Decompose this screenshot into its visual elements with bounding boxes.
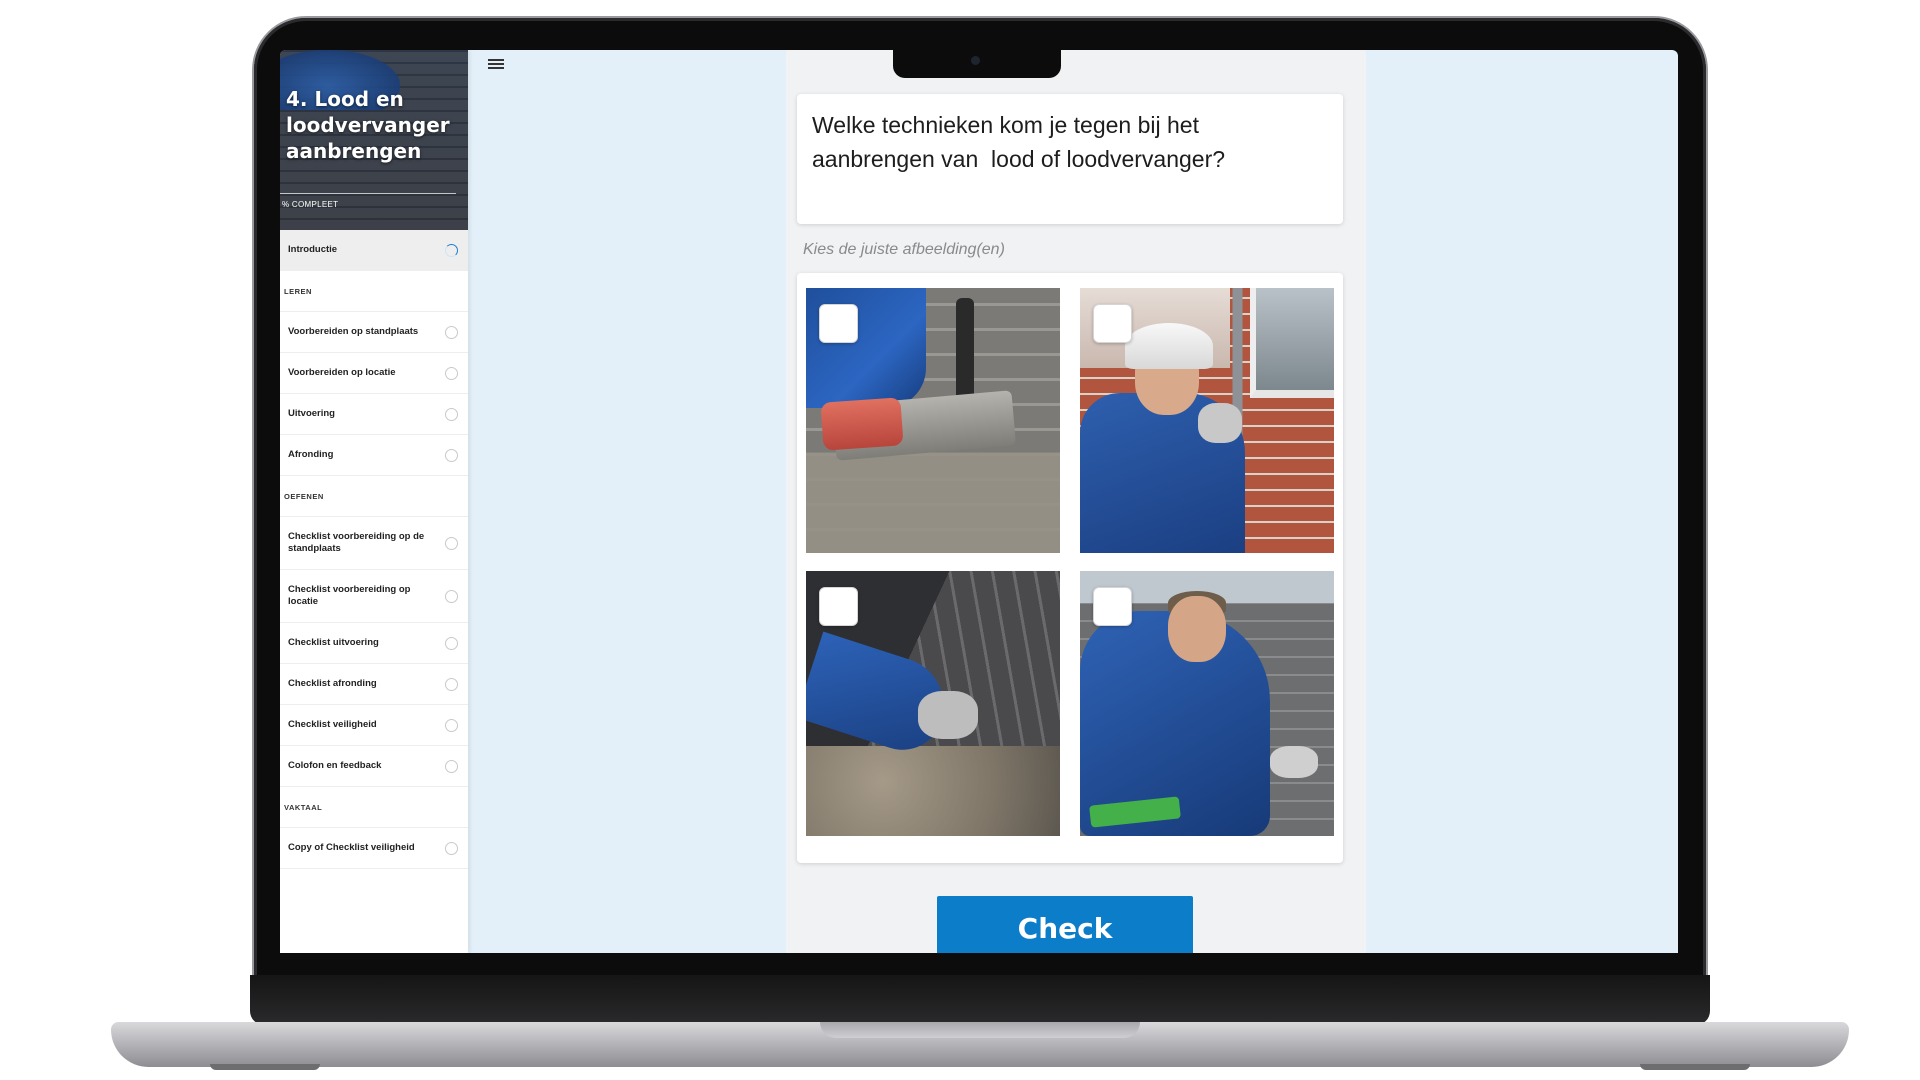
laptop-chin bbox=[250, 975, 1710, 1025]
course-hero: 4. Lood en loodvervanger aanbrengen % CO… bbox=[280, 50, 468, 230]
status-circle-icon bbox=[445, 759, 458, 773]
nav-item-label: Checklist voorbereiding op locatie bbox=[288, 584, 411, 607]
nav-item-label: Checklist veiligheid bbox=[288, 719, 377, 730]
laptop-foot-left bbox=[210, 1064, 320, 1070]
hamburger-icon-line bbox=[488, 63, 504, 65]
progress-ring-icon bbox=[445, 243, 458, 257]
nav-item[interactable]: Checklist veiligheid bbox=[280, 705, 468, 746]
nav-section-heading: VAKTAAL bbox=[280, 787, 468, 828]
status-circle-icon bbox=[445, 366, 458, 380]
course-title: 4. Lood en loodvervanger aanbrengen bbox=[286, 87, 450, 163]
nav-section-heading: OEFENEN bbox=[280, 476, 468, 517]
status-circle-icon bbox=[445, 536, 458, 550]
lesson-nav: Introductie LEREN Voorbereiden op standpla… bbox=[280, 230, 468, 869]
laptop-foot-right bbox=[1640, 1064, 1750, 1070]
status-circle-icon bbox=[445, 589, 458, 603]
question-text: Welke technieken kom je tegen bij het aa… bbox=[812, 112, 1226, 172]
status-circle-icon bbox=[445, 677, 458, 691]
status-circle-icon bbox=[445, 841, 458, 855]
status-circle-icon bbox=[445, 325, 458, 339]
nav-item-label: Voorbereiden op locatie bbox=[288, 367, 396, 378]
image-option-3[interactable] bbox=[806, 571, 1060, 836]
nav-item[interactable]: Copy of Checklist veiligheid bbox=[280, 828, 468, 869]
nav-item-label: Afronding bbox=[288, 449, 334, 460]
instruction-text: Kies de juiste afbeelding(en) bbox=[803, 241, 1005, 258]
check-button[interactable]: Check bbox=[937, 896, 1193, 953]
nav-item[interactable]: Voorbereiden op locatie bbox=[280, 353, 468, 394]
status-circle-icon bbox=[445, 448, 458, 462]
camera-icon bbox=[971, 56, 980, 65]
hamburger-icon-line bbox=[488, 67, 504, 69]
nav-item[interactable]: Introductie bbox=[280, 230, 468, 271]
image-option-2[interactable] bbox=[1080, 288, 1334, 553]
nav-item-label: Introductie bbox=[288, 244, 338, 255]
nav-item[interactable]: Checklist voorbereiding op locatie bbox=[280, 570, 468, 623]
status-circle-icon bbox=[445, 718, 458, 732]
nav-item[interactable]: Voorbereiden op standplaats bbox=[280, 312, 468, 353]
progress-bar bbox=[280, 193, 456, 194]
image-option-4[interactable] bbox=[1080, 571, 1334, 836]
option-4-checkbox[interactable] bbox=[1093, 587, 1132, 626]
nav-item[interactable]: Checklist voorbereiding op de standplaat… bbox=[280, 517, 468, 570]
nav-item[interactable]: Colofon en feedback bbox=[280, 746, 468, 787]
nav-item-label: Checklist voorbereiding op de standplaat… bbox=[288, 531, 425, 554]
progress-label: % COMPLEET bbox=[282, 200, 339, 209]
status-circle-icon bbox=[445, 407, 458, 421]
status-circle-icon bbox=[445, 636, 458, 650]
screen: 4. Lood en loodvervanger aanbrengen % CO… bbox=[280, 50, 1678, 953]
nav-item[interactable]: Checklist uitvoering bbox=[280, 623, 468, 664]
question-card: Welke technieken kom je tegen bij het aa… bbox=[797, 94, 1343, 224]
nav-section-heading: LEREN bbox=[280, 271, 468, 312]
menu-toggle-button[interactable] bbox=[487, 57, 505, 73]
nav-item[interactable]: Uitvoering bbox=[280, 394, 468, 435]
option-1-checkbox[interactable] bbox=[819, 304, 858, 343]
option-2-checkbox[interactable] bbox=[1093, 304, 1132, 343]
laptop-opening-groove bbox=[820, 1022, 1140, 1038]
nav-item-label: Copy of Checklist veiligheid bbox=[288, 842, 415, 853]
camera-notch bbox=[893, 50, 1061, 78]
nav-item-label: Voorbereiden op standplaats bbox=[288, 326, 419, 337]
nav-item-label: Checklist afronding bbox=[288, 678, 377, 689]
course-sidebar: 4. Lood en loodvervanger aanbrengen % CO… bbox=[280, 50, 468, 953]
nav-item-label: Checklist uitvoering bbox=[288, 637, 379, 648]
nav-item[interactable]: Checklist afronding bbox=[280, 664, 468, 705]
lesson-content: Welke technieken kom je tegen bij het aa… bbox=[786, 50, 1366, 953]
nav-item-label: Colofon en feedback bbox=[288, 760, 382, 771]
option-3-checkbox[interactable] bbox=[819, 587, 858, 626]
hamburger-icon bbox=[488, 59, 504, 61]
nav-item-label: Uitvoering bbox=[288, 408, 335, 419]
image-choice-grid bbox=[797, 273, 1343, 863]
nav-item[interactable]: Afronding bbox=[280, 435, 468, 476]
image-option-1[interactable] bbox=[806, 288, 1060, 553]
